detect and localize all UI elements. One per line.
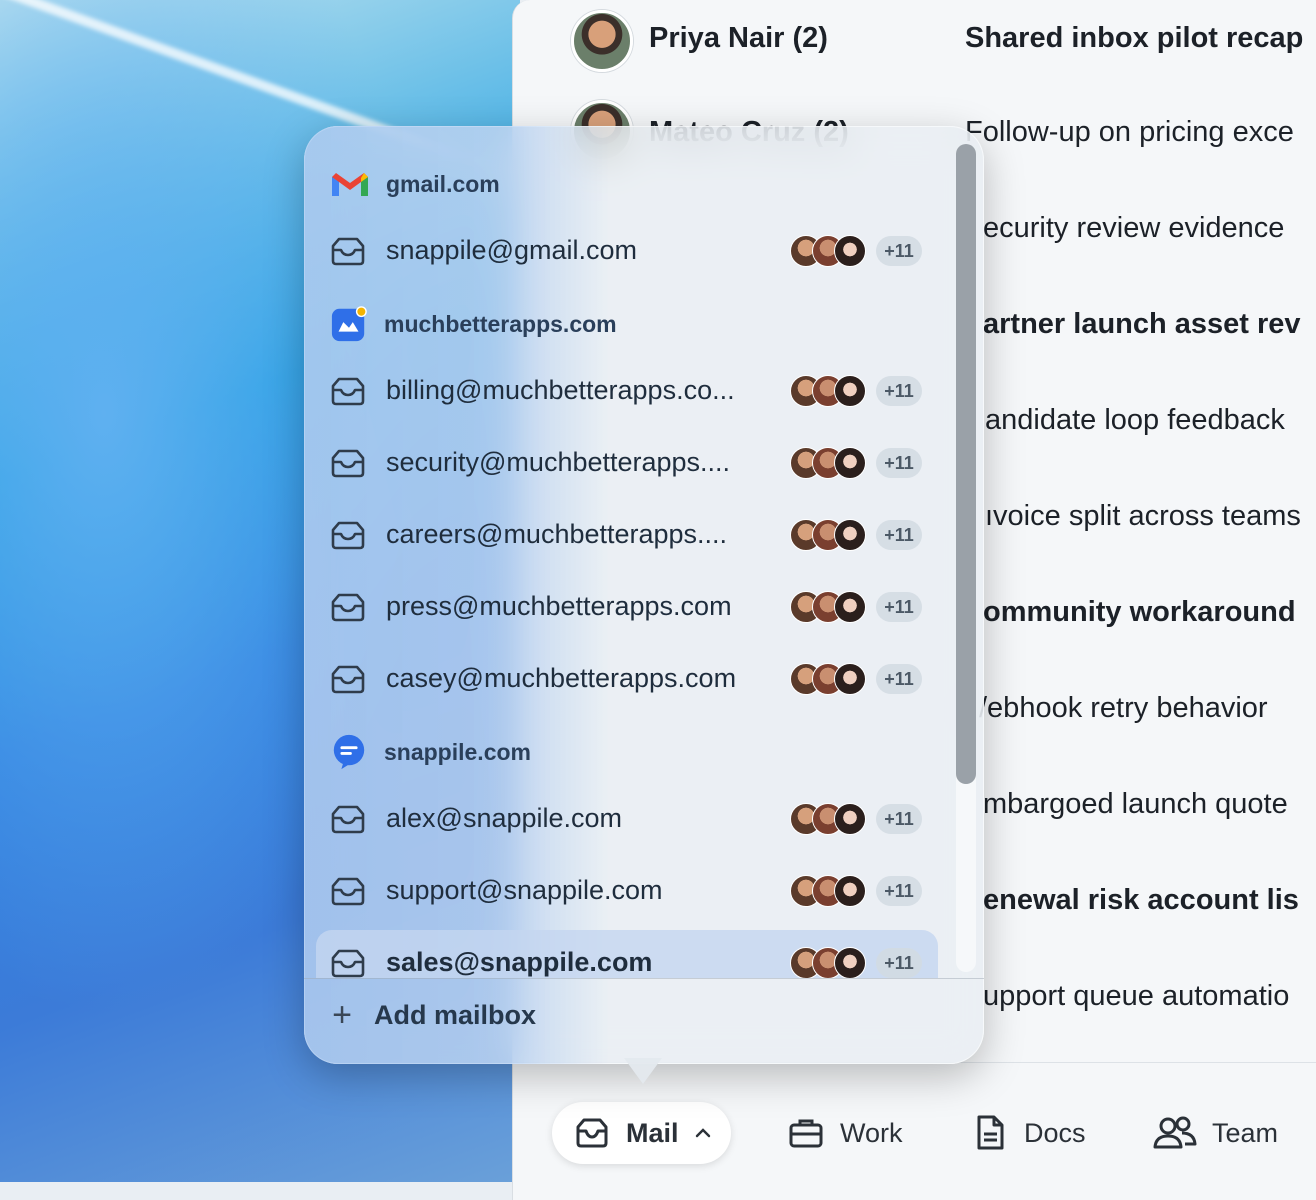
mailbox-label: snappile@gmail.com (386, 235, 638, 265)
member-avatars (790, 447, 870, 479)
member-avatars (790, 803, 870, 835)
inbox-icon (331, 449, 365, 478)
message-subject: andidate loop feedback (985, 404, 1285, 436)
muchbetterapps-icon (331, 306, 367, 342)
avatar (834, 663, 866, 695)
member-count-badge: +11 (876, 592, 922, 622)
avatar (834, 591, 866, 623)
member-count-badge: +11 (876, 520, 922, 550)
mailbox-item[interactable]: billing@muchbetterapps.co... +11 (316, 358, 938, 424)
tab-work[interactable]: Work (786, 1102, 903, 1164)
member-count-badge: +11 (876, 804, 922, 834)
snappile-icon (333, 734, 365, 770)
message-subject: artner launch asset rev (983, 308, 1301, 340)
plus-icon: + (332, 996, 352, 1034)
inbox-icon (331, 377, 365, 406)
message-subject: upport queue automatio (983, 980, 1290, 1012)
message-subject: ıvoice split across teams (985, 500, 1301, 532)
message-subject: Shared inbox pilot recap (965, 22, 1304, 54)
message-subject: enewal risk account lis (983, 884, 1299, 916)
avatar (834, 519, 866, 551)
message-subject: Follow-up on pricing exce (965, 116, 1294, 148)
people-icon (1153, 1116, 1197, 1149)
message-subject: ecurity review evidence (983, 212, 1285, 244)
mailbox-item[interactable]: press@muchbetterapps.com +11 (316, 574, 938, 640)
avatar (834, 875, 866, 907)
avatar (571, 10, 633, 72)
domain-header-snappile: snappile.com (330, 732, 531, 772)
domain-label: gmail.com (386, 170, 500, 197)
divider (304, 978, 984, 979)
member-avatars (790, 947, 870, 979)
inbox-icon (331, 237, 365, 266)
member-avatars (790, 663, 870, 695)
mailbox-label: careers@muchbetterapps.... (386, 519, 728, 549)
message-subject: mbargoed launch quote (983, 788, 1288, 820)
member-count-badge: +11 (876, 376, 922, 406)
inbox-icon (331, 593, 365, 622)
domain-label: snappile.com (384, 738, 531, 765)
mailbox-item-selected[interactable]: sales@snappile.com +11 (316, 930, 938, 979)
mailbox-item[interactable]: careers@muchbetterapps.... +11 (316, 502, 938, 568)
member-avatars (790, 519, 870, 551)
mailbox-item[interactable]: security@muchbetterapps.... +11 (316, 430, 938, 496)
tab-team[interactable]: Team (1152, 1102, 1278, 1164)
mailbox-label: support@snappile.com (386, 875, 663, 905)
member-count-badge: +11 (876, 876, 922, 906)
mailbox-item[interactable]: alex@snappile.com +11 (316, 786, 938, 852)
member-count-badge: +11 (876, 236, 922, 266)
message-row[interactable]: Priya Nair (2) Shared inbox pilot recap (513, 8, 1316, 72)
domain-header-gmail: gmail.com (330, 164, 500, 204)
tab-team-label: Team (1212, 1117, 1279, 1148)
message-subject: /ebhook retry behavior (979, 692, 1268, 724)
bottom-tab-bar: Mail Work Docs Team (512, 1098, 1316, 1170)
chevron-up-icon (695, 1128, 710, 1138)
message-subject: ommunity workaround (983, 596, 1296, 628)
domain-label: muchbetterapps.com (384, 310, 617, 337)
avatar (834, 375, 866, 407)
inbox-icon (331, 949, 365, 978)
message-sender: Priya Nair (2) (649, 22, 828, 54)
member-count-badge: +11 (876, 448, 922, 478)
avatar (834, 947, 866, 979)
member-count-badge: +11 (876, 664, 922, 694)
document-icon (977, 1115, 1004, 1150)
briefcase-icon (789, 1119, 823, 1148)
mailbox-item[interactable]: snappile@gmail.com +11 (316, 218, 938, 284)
mailbox-label: security@muchbetterapps.... (386, 447, 731, 477)
member-avatars (790, 875, 870, 907)
avatar (834, 447, 866, 479)
member-avatars (790, 235, 870, 267)
domain-header-muchbetterapps: muchbetterapps.com (330, 304, 617, 344)
mailbox-label: sales@snappile.com (386, 947, 653, 977)
inbox-icon (331, 665, 365, 694)
mailbox-item[interactable]: support@snappile.com +11 (316, 858, 938, 924)
inbox-icon (331, 805, 365, 834)
avatar (834, 235, 866, 267)
tab-mail-label: Mail (626, 1117, 679, 1148)
tab-docs-label: Docs (1024, 1117, 1086, 1148)
inbox-icon (576, 1118, 608, 1148)
member-avatars (790, 375, 870, 407)
inbox-icon (331, 877, 365, 906)
mailbox-label: billing@muchbetterapps.co... (386, 375, 735, 405)
mailbox-label: casey@muchbetterapps.com (386, 663, 737, 693)
mailbox-label: alex@snappile.com (386, 803, 623, 833)
tab-docs[interactable]: Docs (970, 1102, 1086, 1164)
member-avatars (790, 591, 870, 623)
member-count-badge: +11 (876, 948, 922, 978)
add-mailbox-label: Add mailbox (374, 1000, 537, 1030)
mailbox-item[interactable]: casey@muchbetterapps.com +11 (316, 646, 938, 712)
inbox-icon (331, 521, 365, 550)
avatar (834, 803, 866, 835)
scrollbar-thumb[interactable] (956, 144, 976, 784)
tab-mail[interactable]: Mail (552, 1102, 731, 1164)
mailbox-label: press@muchbetterapps.com (386, 591, 732, 621)
gmail-icon (332, 173, 368, 196)
add-mailbox-button[interactable]: + Add mailbox (328, 996, 536, 1035)
tab-work-label: Work (840, 1117, 903, 1148)
